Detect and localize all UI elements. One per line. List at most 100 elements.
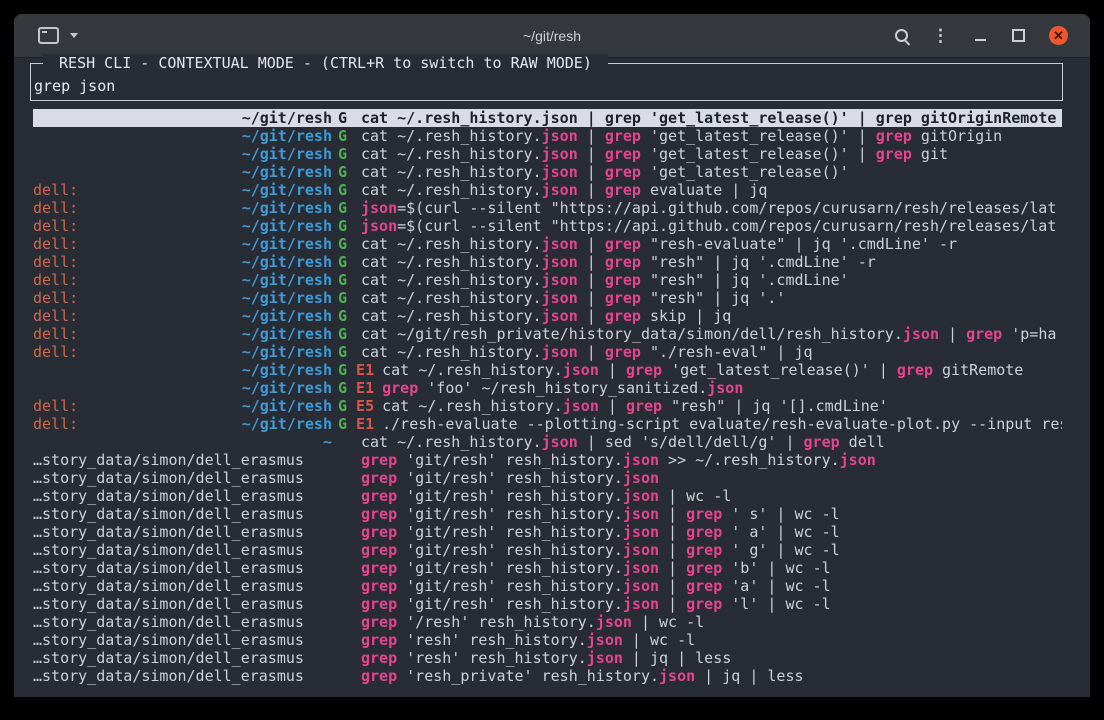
command-text: cat ~/.resh_history.json | grep 'get_lat…	[361, 109, 1062, 127]
history-row[interactable]: …story_data/simon/dell_erasmus grep 'git…	[33, 487, 1062, 505]
status-flags: G	[338, 109, 353, 127]
history-row[interactable]: …story_data/simon/dell_erasmus grep 'git…	[33, 595, 1062, 613]
history-row[interactable]: ~/git/resh G cat ~/.resh_history.json | …	[33, 163, 1062, 181]
context-directory-cell: ~/git/resh	[33, 127, 332, 145]
command-text: cat ~/.resh_history.json | grep "resh" |…	[361, 253, 1062, 271]
command-text: grep 'git/resh' resh_history.json | grep…	[361, 523, 1062, 541]
history-row[interactable]: dell:~/git/resh G cat ~/git/resh_private…	[33, 325, 1062, 343]
context-directory-cell: dell:~/git/resh	[33, 325, 332, 343]
history-row[interactable]: …story_data/simon/dell_erasmus grep 'res…	[33, 631, 1062, 649]
history-row[interactable]: ~/git/resh G cat ~/.resh_history.json | …	[33, 109, 1062, 127]
command-text: cat ~/.resh_history.json | grep evaluate…	[361, 181, 1062, 199]
command-text: cat ~/.resh_history.json | sed 's/dell/d…	[361, 433, 1062, 451]
command-text: cat ~/.resh_history.json | grep skip | j…	[361, 307, 1062, 325]
history-row[interactable]: dell:~/git/resh G cat ~/.resh_history.js…	[33, 307, 1062, 325]
host-context: dell:	[33, 397, 78, 415]
close-icon: ✕	[1049, 26, 1068, 45]
host-context: …story_data/simon/dell_erasmus	[33, 541, 304, 559]
history-row[interactable]: dell:~/git/resh G json=$(curl --silent "…	[33, 217, 1062, 235]
search-query-input[interactable]: grep json	[34, 77, 1059, 95]
status-flags	[338, 595, 353, 613]
host-context: …story_data/simon/dell_erasmus	[33, 451, 304, 469]
history-row[interactable]: dell:~/git/resh G cat ~/.resh_history.js…	[33, 235, 1062, 253]
history-row[interactable]: …story_data/simon/dell_erasmus grep 'git…	[33, 577, 1062, 595]
working-directory: ~/git/resh	[242, 253, 332, 271]
history-row[interactable]: …story_data/simon/dell_erasmus grep 'res…	[33, 649, 1062, 667]
context-directory-cell: …story_data/simon/dell_erasmus	[33, 559, 332, 577]
context-directory-cell: dell:~/git/resh	[33, 217, 332, 235]
history-row[interactable]: dell:~/git/resh G cat ~/.resh_history.js…	[33, 271, 1062, 289]
status-flags	[338, 469, 353, 487]
history-row[interactable]: …story_data/simon/dell_erasmus grep 'res…	[33, 667, 1062, 685]
host-context: dell:	[33, 289, 78, 307]
history-row[interactable]: dell:~/git/resh G cat ~/.resh_history.js…	[33, 343, 1062, 361]
status-flags	[338, 505, 353, 523]
host-context: …story_data/simon/dell_erasmus	[33, 667, 304, 685]
status-flags: G	[338, 253, 353, 271]
command-text: cat ~/.resh_history.json | grep "resh-ev…	[361, 235, 1062, 253]
new-tab-button[interactable]	[38, 25, 59, 47]
status-flags: G E1	[338, 415, 374, 433]
working-directory: ~/git/resh	[242, 415, 332, 433]
host-context: …story_data/simon/dell_erasmus	[33, 559, 304, 577]
context-directory-cell: dell:~/git/resh	[33, 415, 332, 433]
history-row[interactable]: …story_data/simon/dell_erasmus grep 'git…	[33, 451, 1062, 469]
host-context: …story_data/simon/dell_erasmus	[33, 577, 304, 595]
history-row[interactable]: …story_data/simon/dell_erasmus grep 'git…	[33, 505, 1062, 523]
host-context: dell:	[33, 217, 78, 235]
working-directory: ~	[323, 433, 332, 451]
host-context: …story_data/simon/dell_erasmus	[33, 595, 304, 613]
minimize-icon	[975, 39, 986, 41]
search-button[interactable]	[894, 25, 908, 47]
history-row[interactable]: dell:~/git/resh G cat ~/.resh_history.js…	[33, 181, 1062, 199]
close-button[interactable]: ✕	[1049, 25, 1068, 47]
command-text: cat ~/.resh_history.json | grep 'get_lat…	[361, 127, 1062, 145]
status-flags: G E1	[338, 361, 374, 379]
menu-button[interactable]: ⋮	[932, 25, 949, 47]
working-directory: ~/git/resh	[242, 271, 332, 289]
history-row[interactable]: ~/git/resh G E1 grep 'foo' ~/resh_histor…	[33, 379, 1062, 397]
history-row[interactable]: dell:~/git/resh G json=$(curl --silent "…	[33, 199, 1062, 217]
history-row[interactable]: …story_data/simon/dell_erasmus grep 'git…	[33, 523, 1062, 541]
history-row[interactable]: dell:~/git/resh G cat ~/.resh_history.js…	[33, 289, 1062, 307]
history-row[interactable]: ~/git/resh G cat ~/.resh_history.json | …	[33, 127, 1062, 145]
host-context: dell:	[33, 307, 78, 325]
history-list: ~/git/resh G cat ~/.resh_history.json | …	[33, 109, 1062, 685]
command-text: cat ~/.resh_history.json | grep "resh" |…	[382, 397, 1062, 415]
history-row[interactable]: …story_data/simon/dell_erasmus grep '/re…	[33, 613, 1062, 631]
command-text: cat ~/.resh_history.json | grep "resh" |…	[361, 271, 1062, 289]
working-directory: ~/git/resh	[242, 325, 332, 343]
context-directory-cell: …story_data/simon/dell_erasmus	[33, 595, 332, 613]
working-directory: ~/git/resh	[242, 289, 332, 307]
context-directory-cell: ~/git/resh	[33, 109, 332, 127]
history-row[interactable]: ~ cat ~/.resh_history.json | sed 's/dell…	[33, 433, 1062, 451]
command-text: grep 'git/resh' resh_history.json | wc -…	[361, 487, 1062, 505]
status-flags	[338, 487, 353, 505]
minimize-button[interactable]	[973, 25, 987, 47]
context-directory-cell: …story_data/simon/dell_erasmus	[33, 631, 332, 649]
history-row[interactable]: ~/git/resh G E1 cat ~/.resh_history.json…	[33, 361, 1062, 379]
history-row[interactable]: dell:~/git/resh G E5 cat ~/.resh_history…	[33, 397, 1062, 415]
context-directory-cell: dell:~/git/resh	[33, 253, 332, 271]
command-text: grep 'resh' resh_history.json | jq | les…	[361, 649, 1062, 667]
command-text: cat ~/.resh_history.json | grep 'get_lat…	[361, 163, 1062, 181]
working-directory: ~/git/resh	[242, 109, 332, 127]
restore-button[interactable]	[1011, 25, 1025, 47]
status-flags: G	[338, 163, 353, 181]
context-directory-cell: …story_data/simon/dell_erasmus	[33, 523, 332, 541]
search-icon	[895, 29, 908, 42]
history-row[interactable]: …story_data/simon/dell_erasmus grep 'git…	[33, 559, 1062, 577]
history-row[interactable]: ~/git/resh G cat ~/.resh_history.json | …	[33, 145, 1062, 163]
context-directory-cell: …story_data/simon/dell_erasmus	[33, 667, 332, 685]
history-row[interactable]: dell:~/git/resh G cat ~/.resh_history.js…	[33, 253, 1062, 271]
tab-dropdown-button[interactable]	[67, 25, 81, 47]
history-row[interactable]: dell:~/git/resh G E1 ./resh-evaluate --p…	[33, 415, 1062, 433]
host-context: …story_data/simon/dell_erasmus	[33, 469, 304, 487]
host-context: …story_data/simon/dell_erasmus	[33, 487, 304, 505]
working-directory: ~/git/resh	[242, 181, 332, 199]
history-row[interactable]: …story_data/simon/dell_erasmus grep 'git…	[33, 541, 1062, 559]
history-row[interactable]: …story_data/simon/dell_erasmus grep 'git…	[33, 469, 1062, 487]
command-text: grep 'foo' ~/resh_history_sanitized.json	[382, 379, 1062, 397]
working-directory: ~/git/resh	[242, 307, 332, 325]
working-directory: ~/git/resh	[242, 235, 332, 253]
